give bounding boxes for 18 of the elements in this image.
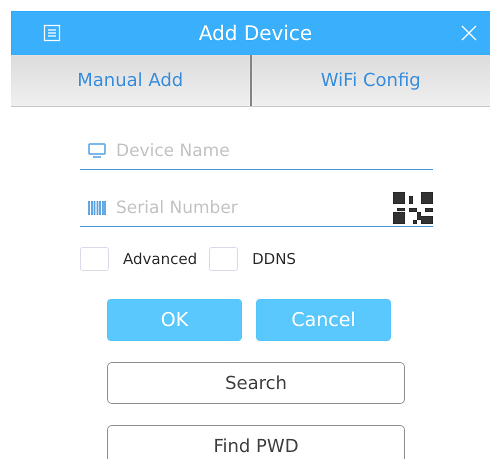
checkbox-label: Advanced bbox=[123, 250, 198, 268]
window-title: Add Device bbox=[198, 21, 314, 45]
input-field[interactable]: Device Name bbox=[116, 141, 433, 161]
checkbox[interactable] bbox=[80, 247, 109, 271]
input-field[interactable]: Serial Number bbox=[116, 198, 383, 218]
tab[interactable]: Manual Add bbox=[11, 55, 250, 106]
barcode-icon bbox=[88, 201, 106, 215]
checkbox[interactable] bbox=[209, 247, 238, 271]
tab[interactable]: WiFi Config bbox=[250, 55, 490, 106]
qr-code-icon[interactable] bbox=[393, 192, 433, 224]
outline-button[interactable]: Find PWD bbox=[107, 425, 405, 459]
checkbox-label: DDNS bbox=[252, 250, 296, 268]
list-icon[interactable] bbox=[43, 24, 61, 42]
monitor-icon bbox=[88, 143, 106, 159]
action-button[interactable]: Cancel bbox=[256, 299, 391, 341]
outline-button[interactable]: Search bbox=[107, 362, 405, 404]
close-icon[interactable] bbox=[460, 24, 478, 42]
action-button[interactable]: OK bbox=[107, 299, 242, 341]
